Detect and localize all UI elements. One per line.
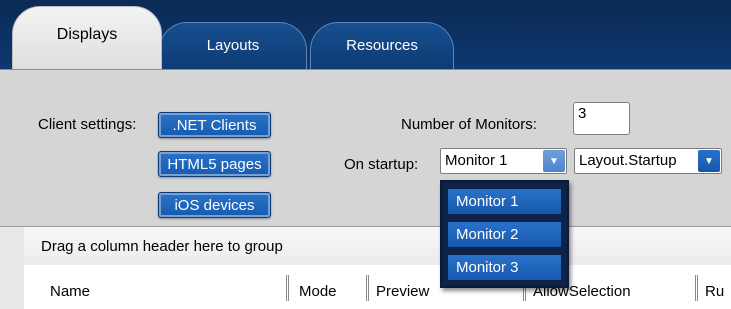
number-of-monitors-value: 3 xyxy=(578,105,587,122)
client-settings-label: Client settings: xyxy=(38,116,137,133)
group-hint: Drag a column header here to group xyxy=(41,238,283,255)
column-separator[interactable] xyxy=(286,275,289,301)
column-header-row: Name Mode Preview AllowSelection Ru xyxy=(24,265,731,309)
column-header-ru[interactable]: Ru xyxy=(705,283,724,300)
grid-indent-cell xyxy=(0,227,25,309)
startup-monitor-value: Monitor 1 xyxy=(445,152,508,169)
displays-grid: Drag a column header here to group Name … xyxy=(0,226,731,309)
tab-resources[interactable]: Resources xyxy=(310,22,454,69)
html5-pages-button[interactable]: HTML5 pages xyxy=(158,151,271,177)
tab-strip: Layouts Resources Displays xyxy=(0,0,731,69)
chevron-down-icon[interactable]: ▼ xyxy=(543,150,565,172)
chevron-down-icon[interactable]: ▼ xyxy=(698,150,720,172)
ios-devices-button[interactable]: iOS devices xyxy=(158,192,271,218)
startup-layout-value: Layout.Startup xyxy=(579,152,677,169)
dropdown-option-monitor-2[interactable]: Monitor 2 xyxy=(448,222,561,248)
column-separator[interactable] xyxy=(695,275,698,301)
group-panel[interactable]: Drag a column header here to group xyxy=(24,227,731,266)
startup-monitor-select[interactable]: Monitor 1 ▼ xyxy=(440,148,567,174)
dropdown-option-monitor-3[interactable]: Monitor 3 xyxy=(448,255,561,281)
net-clients-button[interactable]: .NET Clients xyxy=(158,112,271,138)
tab-displays[interactable]: Displays xyxy=(12,6,162,69)
column-header-mode[interactable]: Mode xyxy=(299,283,337,300)
number-of-monitors-label: Number of Monitors: xyxy=(401,116,537,133)
app-window: Layouts Resources Displays Client settin… xyxy=(0,0,731,309)
column-header-name[interactable]: Name xyxy=(50,283,90,300)
on-startup-label: On startup: xyxy=(344,156,419,173)
tab-layouts[interactable]: Layouts xyxy=(159,22,307,69)
dropdown-option-monitor-1[interactable]: Monitor 1 xyxy=(448,189,561,215)
column-header-preview[interactable]: Preview xyxy=(376,283,429,300)
monitor-dropdown-list: Monitor 1 Monitor 2 Monitor 3 xyxy=(440,180,569,288)
number-of-monitors-input[interactable]: 3 xyxy=(573,102,630,135)
startup-layout-select[interactable]: Layout.Startup ▼ xyxy=(574,148,722,174)
column-separator[interactable] xyxy=(366,275,369,301)
